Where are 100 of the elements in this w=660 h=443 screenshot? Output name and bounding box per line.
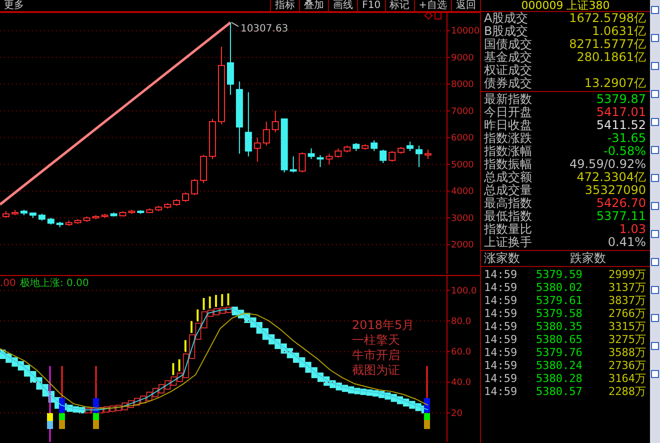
tool-icon[interactable] (651, 258, 659, 266)
annotation-text: 一柱擎天 (352, 333, 400, 347)
tool-icon[interactable] (651, 370, 659, 378)
field-label: 最新指数 (484, 93, 532, 106)
tool-icon[interactable] (651, 118, 659, 126)
tool-icon[interactable] (651, 90, 659, 98)
candlestick (101, 213, 108, 218)
field-value: 1672.5798亿 (569, 12, 646, 25)
candlestick (308, 148, 315, 160)
candlestick (20, 209, 28, 216)
field-label: 国债成交 (484, 38, 532, 51)
candlestick (182, 192, 190, 202)
candlestick (146, 208, 154, 214)
axis-label: 2000 (451, 240, 474, 251)
tick-volume: 2288万 (608, 385, 646, 398)
tick-time: 14:59 (484, 333, 518, 346)
tool-icon[interactable] (651, 286, 659, 294)
tick-time: 14:59 (484, 385, 518, 398)
axis-label: 10000 (451, 26, 480, 37)
annotation-text: 牛市开启 (352, 348, 400, 362)
tick-volume: 2999万 (608, 268, 646, 281)
tick-price: 5379.59 (536, 268, 584, 281)
candlestick (388, 150, 396, 162)
field-value: -0.58% (604, 145, 646, 158)
column-header: 涨家数 (484, 252, 520, 265)
field-value: 13.2907亿 (584, 77, 646, 90)
axis-label: 20 (451, 408, 462, 419)
field-label: 指数量比 (484, 223, 532, 236)
candlestick (344, 145, 351, 153)
candlestick (262, 121, 270, 146)
axis-label: 3000 (451, 214, 474, 224)
tick-volume: 3837万 (608, 294, 646, 307)
field-label: 最高指数 (484, 197, 532, 210)
candlestick (128, 209, 136, 214)
candlestick (47, 217, 54, 226)
tool-icon[interactable] (651, 230, 659, 238)
field-label: 权证成交 (484, 64, 532, 77)
tool-icon[interactable] (651, 202, 659, 210)
candlestick (352, 142, 360, 152)
field-label: 指数振幅 (484, 158, 532, 171)
tick-time: 14:59 (484, 359, 518, 372)
field-label: 上证换手 (484, 236, 532, 249)
tick-price: 5380.57 (536, 385, 584, 398)
candlestick (209, 118, 216, 160)
tick-time: 14:59 (484, 268, 518, 281)
candlestick (65, 220, 72, 226)
tick-price: 5379.76 (536, 346, 584, 359)
tool-icon[interactable] (651, 342, 659, 350)
candlestick (56, 221, 64, 228)
tool-icon[interactable] (651, 62, 659, 70)
candlestick (191, 178, 198, 196)
candlestick (370, 140, 378, 152)
indicator-value: .00 (0, 278, 16, 289)
tick-price: 5379.61 (536, 294, 584, 307)
candlestick (173, 198, 180, 206)
indicator-legend: 极地上涨: 0.00 (20, 278, 89, 289)
tick-volume: 2736万 (608, 359, 646, 372)
tick-time: 14:59 (484, 307, 518, 320)
candlestick (119, 210, 126, 218)
axis-label: 7000 (451, 106, 474, 117)
candlestick (254, 137, 261, 162)
candlestick (244, 92, 252, 157)
tick-volume: 3275万 (608, 333, 646, 346)
field-value: 1.0631亿 (592, 25, 646, 38)
tick-price: 5380.02 (536, 281, 584, 294)
candlestick (200, 154, 208, 184)
axis-label: 5000 (451, 160, 474, 170)
candlestick (280, 118, 288, 173)
field-value: 5411.52 (596, 119, 646, 132)
stock-title: 000009 上证380 (481, 0, 650, 12)
candlestick (74, 218, 82, 224)
tool-icon[interactable] (651, 6, 659, 14)
candlestick (424, 149, 432, 160)
tick-time: 14:59 (484, 372, 518, 385)
tick-time: 14:59 (484, 346, 518, 359)
tool-icon[interactable] (651, 174, 659, 182)
candlestick (416, 145, 423, 168)
field-value: 472.3304亿 (576, 171, 646, 184)
candlestick (2, 210, 10, 218)
axis-label: 60.0 (451, 348, 472, 358)
field-value: 8271.5777亿 (569, 38, 646, 51)
column-header: 跌家数 (570, 252, 606, 265)
candlestick (316, 154, 324, 168)
tick-price: 5379.58 (536, 307, 584, 320)
axis-label: 4000 (451, 187, 474, 198)
field-value: 0.41% (608, 236, 646, 249)
diamond-icon[interactable] (424, 12, 433, 20)
axis-label: 100.0 (451, 286, 477, 296)
field-value: -31.65 (607, 132, 646, 145)
tool-icon[interactable] (651, 34, 659, 42)
field-label: 总成交额 (484, 171, 532, 184)
candlestick (164, 202, 172, 209)
annotation-text: 截图为证 (352, 363, 400, 377)
candlestick (290, 156, 297, 173)
tool-icon[interactable] (651, 314, 659, 322)
tick-price: 5380.65 (536, 333, 584, 346)
tick-price: 5380.24 (536, 359, 584, 372)
axis-label: 80.0 (451, 316, 472, 327)
more-label[interactable]: 更多 (0, 0, 24, 11)
tool-icon[interactable] (651, 146, 659, 154)
